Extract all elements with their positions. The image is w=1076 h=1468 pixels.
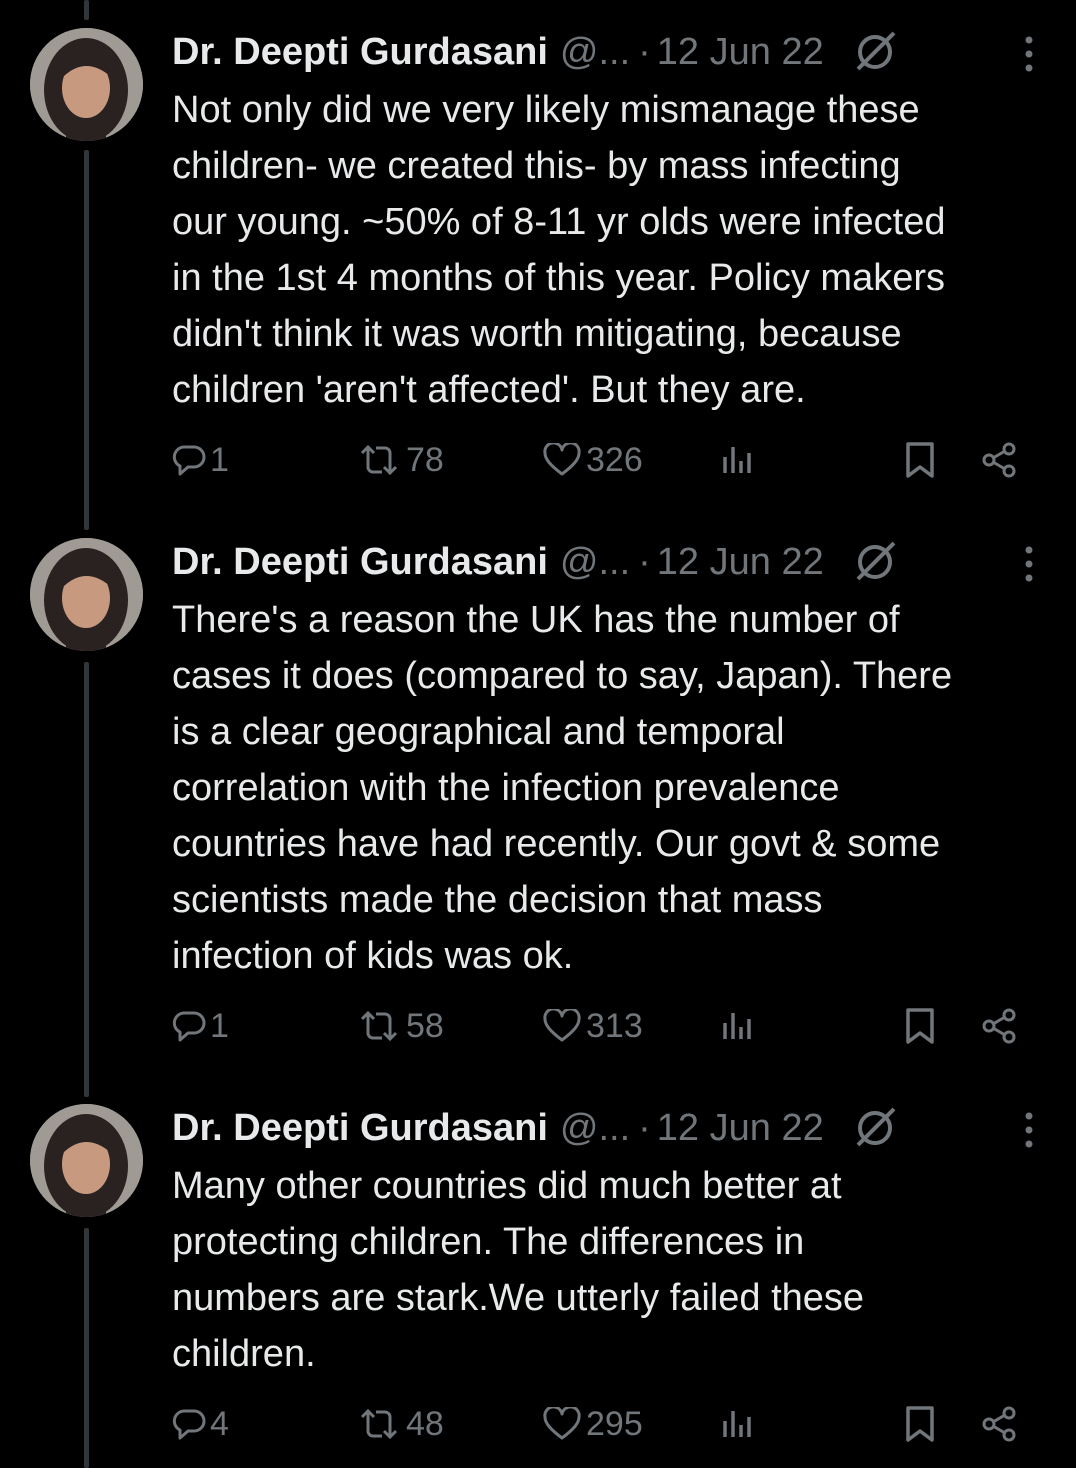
bookmark-icon — [906, 1008, 934, 1044]
repost-count: 78 — [406, 440, 444, 479]
more-icon[interactable] — [1022, 1108, 1036, 1152]
tweet-header: Dr. Deepti Gurdasani @... · 12 Jun 22 — [172, 540, 1036, 584]
tweet-text: Many other countries did much better at … — [172, 1165, 865, 1375]
share-icon — [982, 1008, 1016, 1044]
reply-count: 4 — [210, 1404, 229, 1443]
bookmark-button[interactable] — [904, 438, 936, 482]
tweet[interactable]: Dr. Deepti Gurdasani @... · 12 Jun 22 No… — [0, 28, 1076, 498]
tweet-text: Not only did we very likely mismanage th… — [172, 89, 946, 411]
views-button[interactable] — [720, 1004, 754, 1048]
reply-button[interactable]: 1 — [172, 1004, 229, 1048]
tweet-date[interactable]: 12 Jun 22 — [657, 1107, 824, 1150]
bookmark-icon — [906, 442, 934, 478]
repost-icon — [360, 1010, 398, 1042]
like-icon — [543, 1009, 581, 1042]
author-handle[interactable]: @... — [560, 541, 630, 584]
repost-button[interactable]: 78 — [356, 438, 444, 482]
action-bar: 1 58 313 — [172, 1004, 1036, 1048]
repost-count: 58 — [406, 1006, 444, 1045]
bookmark-button[interactable] — [904, 1402, 936, 1446]
reply-button[interactable]: 1 — [172, 438, 229, 482]
separator-dot: · — [638, 30, 651, 73]
author-name[interactable]: Dr. Deepti Gurdasani — [172, 31, 548, 74]
reply-icon — [172, 1409, 206, 1440]
bookmark-icon — [906, 1406, 934, 1442]
views-button[interactable] — [720, 1402, 754, 1446]
reply-button[interactable]: 4 — [172, 1402, 229, 1446]
tweet[interactable]: Dr. Deepti Gurdasani @... · 12 Jun 22 Ma… — [0, 1104, 1076, 1468]
author-name[interactable]: Dr. Deepti Gurdasani — [172, 1107, 548, 1150]
reply-count: 1 — [210, 440, 229, 479]
tweet-date[interactable]: 12 Jun 22 — [657, 31, 824, 74]
views-icon — [723, 447, 751, 473]
like-count: 313 — [586, 1006, 643, 1045]
repost-button[interactable]: 48 — [356, 1402, 444, 1446]
repost-icon — [360, 444, 398, 476]
action-bar: 1 78 326 — [172, 438, 1036, 482]
separator-dot: · — [638, 1106, 651, 1149]
bookmark-button[interactable] — [904, 1004, 936, 1048]
tweet-date[interactable]: 12 Jun 22 — [657, 541, 824, 584]
like-button[interactable]: 295 — [542, 1402, 643, 1446]
tweet-header: Dr. Deepti Gurdasani @... · 12 Jun 22 — [172, 1106, 1036, 1150]
grok-icon[interactable] — [852, 539, 898, 585]
grok-icon[interactable] — [852, 1105, 898, 1151]
repost-count: 48 — [406, 1404, 444, 1443]
tweet[interactable]: Dr. Deepti Gurdasani @... · 12 Jun 22 Th… — [0, 538, 1076, 1058]
avatar[interactable] — [30, 28, 143, 141]
reply-icon — [172, 1011, 206, 1042]
reply-icon — [172, 445, 206, 476]
separator-dot: · — [638, 540, 651, 583]
like-button[interactable]: 326 — [542, 438, 643, 482]
grok-icon[interactable] — [852, 29, 898, 75]
more-icon[interactable] — [1022, 542, 1036, 586]
tweet-text: There's a reason the UK has the number o… — [172, 599, 953, 977]
action-bar: 4 48 295 — [172, 1402, 1036, 1446]
views-button[interactable] — [720, 438, 754, 482]
views-icon — [723, 1013, 751, 1039]
share-button[interactable] — [980, 438, 1018, 482]
like-count: 295 — [586, 1404, 643, 1443]
author-handle[interactable]: @... — [560, 31, 630, 74]
like-icon — [543, 443, 581, 476]
like-button[interactable]: 313 — [542, 1004, 643, 1048]
reply-count: 1 — [210, 1006, 229, 1045]
like-count: 326 — [586, 440, 643, 479]
views-icon — [723, 1411, 751, 1437]
author-name[interactable]: Dr. Deepti Gurdasani — [172, 541, 548, 584]
tweet-header: Dr. Deepti Gurdasani @... · 12 Jun 22 — [172, 30, 1036, 74]
repost-button[interactable]: 58 — [356, 1004, 444, 1048]
thread-line — [84, 0, 89, 20]
avatar[interactable] — [30, 1104, 143, 1217]
share-icon — [982, 1406, 1016, 1442]
repost-icon — [360, 1408, 398, 1440]
share-button[interactable] — [980, 1004, 1018, 1048]
more-icon[interactable] — [1022, 32, 1036, 76]
share-button[interactable] — [980, 1402, 1018, 1446]
share-icon — [982, 442, 1016, 478]
author-handle[interactable]: @... — [560, 1107, 630, 1150]
like-icon — [543, 1407, 581, 1440]
avatar[interactable] — [30, 538, 143, 651]
